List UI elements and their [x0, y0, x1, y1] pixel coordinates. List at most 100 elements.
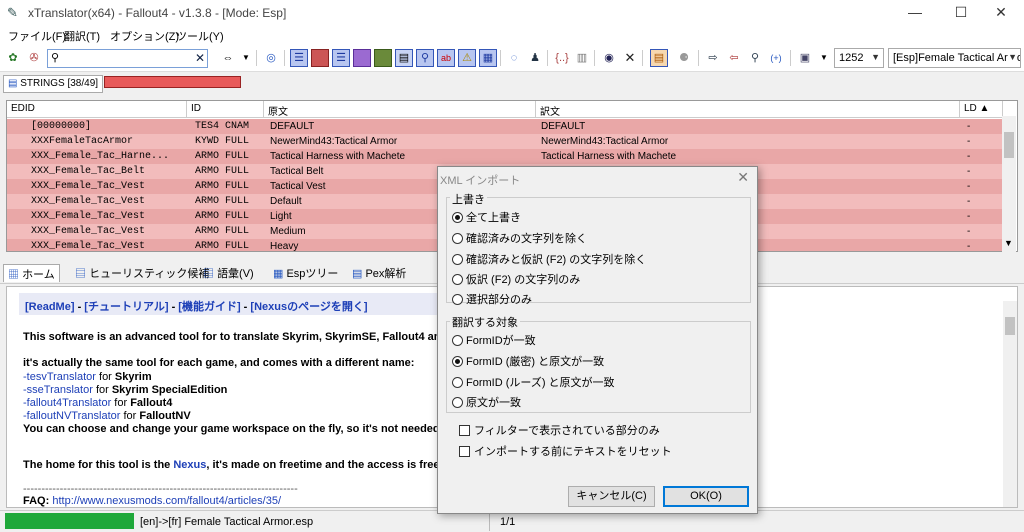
column-header-edid[interactable]: EDID	[7, 101, 187, 118]
tab-vocabulary[interactable]: ▤ 語彙(V)	[199, 264, 258, 282]
spellcheck-icon[interactable]: ab	[437, 49, 455, 67]
tab-pex[interactable]: ▤ Pex解析	[348, 264, 410, 282]
bulb-icon[interactable]: ⚈	[675, 49, 693, 67]
export-icon[interactable]: ⇨	[704, 49, 722, 67]
window-title: xTranslator(x64) - Fallout4 - v1.3.8 - […	[28, 6, 287, 20]
close-window-button[interactable]: ✕	[978, 0, 1024, 26]
menu-bar: ファイル(F) 翻訳(T) オプション(Z) ツール(Y)	[0, 26, 1024, 44]
codepage-select[interactable]: 1252 ▼	[834, 48, 884, 68]
column-header-ld[interactable]: LD ▲	[960, 101, 1003, 118]
ld-cell: -	[967, 151, 971, 162]
readme-link[interactable]: [ReadMe]	[25, 301, 75, 313]
faq-link[interactable]: http://www.nexusmods.com/fallout4/articl…	[52, 495, 281, 507]
target-option-formid[interactable]: FormIDが一致	[452, 332, 536, 348]
tab-heuristic[interactable]: ▤ ヒューリスティック候補	[71, 264, 213, 282]
feature-guide-link[interactable]: [機能ガイド]	[178, 301, 240, 313]
bracket-icon[interactable]: {..}	[553, 49, 571, 67]
bubble-icon[interactable]: ◌	[505, 49, 523, 67]
tutorial-link[interactable]: [チュートリアル]	[84, 301, 168, 313]
tab-home[interactable]: ▦ ホーム	[3, 264, 60, 282]
tool-link[interactable]: -sseTranslator	[23, 384, 93, 396]
table-row[interactable]: XXXFemaleTacArmor KYWD FULL NewerMind43:Ta…	[7, 134, 1003, 149]
search-input[interactable]	[62, 52, 182, 64]
column-header-target[interactable]: 訳文	[536, 101, 960, 118]
id-cell: TES4 CNAM	[195, 121, 250, 132]
table-icon[interactable]: ▦	[479, 49, 497, 67]
overwrite-option-all[interactable]: 全て上書き	[452, 209, 521, 225]
tab-esp-tree[interactable]: ▦ Espツリー	[269, 264, 342, 282]
nexus-link[interactable]: [Nexusのページを開く]	[250, 301, 367, 313]
target-option-formid-loose[interactable]: FormID (ルーズ) と原文が一致	[452, 374, 615, 390]
menu-options[interactable]: オプション(Z)	[110, 28, 179, 44]
menu-translate[interactable]: 翻訳(T)	[64, 28, 100, 44]
image-dropdown-icon[interactable]: ▼	[815, 49, 833, 67]
radio-icon	[452, 254, 463, 265]
tool-link[interactable]: -tesvTranslator	[23, 371, 96, 383]
table-row[interactable]: [00000000] TES4 CNAM DEFAULT DEFAULT -	[7, 119, 1003, 134]
checkbox-label: インポートする前にテキストをリセット	[474, 446, 672, 458]
id-cell: KYWD FULL	[195, 136, 250, 147]
filter-only-checkbox[interactable]: フィルターで表示されている部分のみ	[459, 422, 660, 438]
ld-cell: -	[967, 181, 971, 192]
target-icon[interactable]: ◎	[262, 49, 280, 67]
highlight-red-icon[interactable]	[311, 49, 329, 67]
purple-filter-icon[interactable]	[353, 49, 371, 67]
grid-view-icon[interactable]: ☰	[290, 49, 308, 67]
find-icon[interactable]: ✇	[25, 49, 43, 67]
dialog-close-icon[interactable]: ✕	[737, 169, 749, 186]
column-header-source[interactable]: 原文	[264, 101, 536, 118]
user-search-icon[interactable]: ⚲	[746, 49, 764, 67]
tool-link[interactable]: -fallout4Translator	[23, 397, 111, 409]
scroll-down-icon[interactable]: ▼	[1004, 238, 1013, 248]
ok-button[interactable]: OK(O)	[663, 486, 749, 507]
tool-game: Skyrim	[114, 371, 152, 383]
workspace-text: You can choose and change your game work…	[23, 423, 454, 435]
column-header-id[interactable]: ID	[187, 101, 264, 118]
minimize-button[interactable]: —	[892, 0, 938, 26]
id-cell: ARMO FULL	[195, 226, 250, 237]
home-text: The home for this tool is the Nexus, it'…	[23, 459, 456, 471]
strings-tab[interactable]: ▤ STRINGS [38/49]	[3, 75, 104, 93]
target-option-formid-strict[interactable]: FormID (厳密) と原文が一致	[452, 353, 604, 369]
target-cell: DEFAULT	[541, 121, 586, 132]
green-filter-icon[interactable]	[374, 49, 392, 67]
list-view-icon[interactable]: ☰	[332, 49, 350, 67]
magnify-icon[interactable]: ⚲	[416, 49, 434, 67]
reset-before-import-checkbox[interactable]: インポートする前にテキストをリセット	[459, 443, 672, 459]
tool-link[interactable]: -falloutNVTranslator	[23, 410, 120, 422]
notes-icon[interactable]: ▤	[650, 49, 668, 67]
table-row[interactable]: XXX_Female_Tac_Harne... ARMO FULL Tactical…	[7, 149, 1003, 164]
close-icon[interactable]: ✕	[621, 49, 639, 67]
image-icon[interactable]: ▣	[796, 49, 814, 67]
columns-icon[interactable]: ▥	[573, 49, 591, 67]
overwrite-option-except-validated-partial[interactable]: 確認済みと仮訳 (F2) の文字列を除く	[452, 251, 646, 267]
overwrite-option-except-validated[interactable]: 確認済みの文字列を除く	[452, 230, 587, 246]
compare-icon[interactable]: ▤	[395, 49, 413, 67]
search-box[interactable]: ⚲ ✕	[47, 49, 208, 68]
menu-file[interactable]: ファイル(F)	[8, 28, 66, 44]
import-icon[interactable]: ⇦	[725, 49, 743, 67]
user-icon[interactable]: ♟	[526, 49, 544, 67]
scroll-thumb[interactable]	[1005, 317, 1015, 335]
clear-icon[interactable]: ✕	[195, 51, 205, 65]
plugin-select[interactable]: [Esp]Female Tactical Armo ▼	[888, 48, 1021, 68]
app-feather-icon: ✎	[7, 5, 18, 20]
separator	[489, 513, 490, 531]
nexus-home-link[interactable]: Nexus	[173, 459, 206, 471]
warning-icon[interactable]: ⚠	[458, 49, 476, 67]
settings-icon[interactable]: ✿	[4, 49, 22, 67]
grid-scrollbar[interactable]: ▼	[1002, 116, 1016, 252]
tool-mid: for	[95, 371, 115, 383]
dictionary-dropdown-icon[interactable]: ▼	[237, 49, 255, 67]
target-option-source[interactable]: 原文が一致	[452, 394, 521, 410]
refresh-icon[interactable]: (+)	[767, 49, 785, 67]
scroll-thumb[interactable]	[1004, 132, 1014, 158]
menu-tools[interactable]: ツール(Y)	[176, 28, 224, 44]
overwrite-option-partial-only[interactable]: 仮訳 (F2) の文字列のみ	[452, 271, 580, 287]
check-icon[interactable]: ◉	[600, 49, 618, 67]
edid-cell: XXX_Female_Tac_Vest	[31, 211, 146, 222]
content-scrollbar[interactable]	[1003, 301, 1017, 507]
cancel-button[interactable]: キャンセル(C)	[568, 486, 655, 507]
overwrite-option-selection[interactable]: 選択部分のみ	[452, 291, 532, 307]
dictionary-icon[interactable]: ⇔	[219, 49, 237, 67]
